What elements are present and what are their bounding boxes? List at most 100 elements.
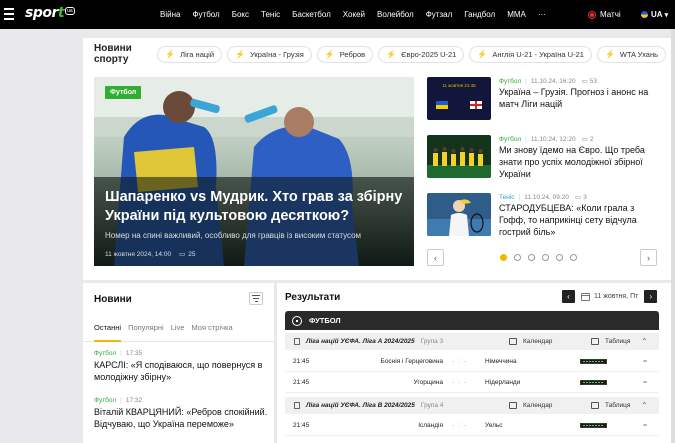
nav-item-basketball[interactable]: Баскетбол xyxy=(292,10,331,19)
carousel-dot[interactable] xyxy=(528,254,535,261)
side-article[interactable]: Футбол | 11.10.24, 12:20 ▭ 2 Ми знову їдем… xyxy=(427,135,657,180)
article-time: 11.10.24, 09:20 xyxy=(524,193,569,201)
topic-chip[interactable]: ⚡ Україна - Грузія xyxy=(227,45,312,63)
table-link[interactable]: Таблиця xyxy=(591,338,630,345)
side-article[interactable]: 11 жовтня 21:45 Футбол | 11.10.24, 16:20 … xyxy=(427,77,657,122)
news-item-category[interactable]: Футбол xyxy=(94,397,116,404)
nav-item-futsal[interactable]: Футзал xyxy=(426,10,453,19)
match-row[interactable]: 21:45 Боснія і Герцеговина - : - Німеччи… xyxy=(285,352,659,372)
match-row[interactable]: 21:45 Ісландія - : - Уельс ··· xyxy=(285,416,659,436)
trophy-icon xyxy=(294,402,300,409)
carousel-dot[interactable] xyxy=(542,254,549,261)
matches-label: Матчі xyxy=(600,10,621,19)
comment-count: 2 xyxy=(589,135,594,143)
list-item[interactable]: Футбол | 17:35 КАРСЛІ: «Я сподіваюся, що п… xyxy=(94,350,269,383)
article-category[interactable]: Футбол xyxy=(499,78,521,85)
results-date[interactable]: 11 жовтня, Пт xyxy=(594,293,638,300)
logo-text: sport xyxy=(25,5,65,21)
news-item-title[interactable]: КАРСЛІ: «Я сподіваюся, що повернуся в мо… xyxy=(94,359,269,383)
calendar-icon[interactable] xyxy=(581,292,590,301)
sport-header[interactable]: ФУТБОЛ xyxy=(285,311,659,330)
nav-item-boxing[interactable]: Бокс xyxy=(232,10,249,19)
league-name[interactable]: Ліга націй УЄФА. Ліга B 2024/2025 xyxy=(306,402,415,409)
hero-headline[interactable]: Шапаренко vs Мудрик. Хто грав за збірну … xyxy=(105,188,405,226)
side-article[interactable]: Теніс | 11.10.24, 09:20 ▭ 3 СТАРОДУБЦЕВА: … xyxy=(427,193,657,238)
league-row[interactable]: Ліга націй УЄФА. Ліга A 2024/2025 Група … xyxy=(285,333,659,350)
results-title: Результати xyxy=(285,292,341,303)
more-options-icon[interactable]: ··· xyxy=(643,358,647,365)
nav-item-mma[interactable]: MMA xyxy=(507,10,526,19)
article-title[interactable]: СТАРОДУБЦЕВА: «Коли грала з Гофф, то нап… xyxy=(499,202,659,238)
match-row[interactable]: 21:45 Угорщина - : - Нідерланди ··· xyxy=(285,373,659,393)
tab-live[interactable]: Live xyxy=(171,323,185,332)
topic-chip[interactable]: ⚡ Євро-2025 U-21 xyxy=(378,45,465,63)
away-team: Нідерланди xyxy=(485,379,521,386)
news-panel: Новини Останні Популярні Live Моя стрічк… xyxy=(83,283,274,443)
away-team: Німеччина xyxy=(485,358,517,365)
carousel-dot[interactable] xyxy=(514,254,521,261)
tab-popular[interactable]: Популярні xyxy=(128,323,164,332)
carousel-next-button[interactable]: › xyxy=(640,249,657,266)
topic-chip[interactable]: ⚡ Англія U-21 - Україна U-21 xyxy=(469,45,592,63)
date-prev-button[interactable]: ‹ xyxy=(562,290,575,303)
nav-item-war[interactable]: Війна xyxy=(160,10,180,19)
carousel-prev-button[interactable]: ‹ xyxy=(427,249,444,266)
topic-chip[interactable]: ⚡ Ребров xyxy=(316,45,374,63)
calendar-link[interactable]: Календар xyxy=(509,402,552,409)
carousel-dot[interactable] xyxy=(570,254,577,261)
nav-item-football[interactable]: Футбол xyxy=(192,10,219,19)
tab-latest[interactable]: Останні xyxy=(94,323,121,332)
article-category[interactable]: Футбол xyxy=(499,136,521,143)
odds-bar[interactable] xyxy=(580,423,607,428)
topic-chip-label: Ліга націй xyxy=(180,49,215,59)
league-row[interactable]: Ліга націй УЄФА. Ліга B 2024/2025 Група … xyxy=(285,397,659,414)
lightning-icon: ⚡ xyxy=(165,49,176,59)
article-category[interactable]: Теніс xyxy=(499,194,515,201)
category-badge[interactable]: Футбол xyxy=(105,86,142,99)
topic-chip-label: Україна - Грузія xyxy=(250,49,304,59)
chevron-up-icon[interactable]: ⌃ xyxy=(641,337,648,346)
chevron-up-icon[interactable]: ⌃ xyxy=(641,401,648,410)
results-date-nav: ‹ 11 жовтня, Пт › xyxy=(562,290,658,303)
more-options-icon[interactable]: ··· xyxy=(643,422,647,429)
comment-icon: ▭ xyxy=(581,136,588,143)
odds-bar[interactable] xyxy=(580,380,607,385)
article-meta: Теніс | 11.10.24, 09:20 ▭ 3 xyxy=(499,193,587,202)
logo-suffix: ua xyxy=(65,7,75,15)
more-options-icon[interactable]: ··· xyxy=(643,379,647,386)
carousel-dot[interactable] xyxy=(500,254,507,261)
page-scrollbar[interactable] xyxy=(671,29,675,443)
list-item[interactable]: Футбол | 17:32 Віталій КВАРЦЯНИЙ: «Ребров … xyxy=(94,397,269,430)
date-next-button[interactable]: › xyxy=(644,290,658,303)
language-switcher[interactable]: UA ▾ xyxy=(641,0,668,29)
topic-chip[interactable]: ⚡ WTA Ухань xyxy=(596,45,666,63)
filter-icon[interactable] xyxy=(249,292,263,305)
matches-button[interactable]: Матчі xyxy=(588,0,621,29)
nav-more-button[interactable]: ··· xyxy=(538,10,546,19)
nav-item-handball[interactable]: Гандбол xyxy=(464,10,495,19)
home-team: Боснія і Герцеговина xyxy=(380,358,443,365)
calendar-label: Календар xyxy=(523,402,553,409)
tab-my-feed[interactable]: Моя стрічка xyxy=(191,323,232,332)
odds-bar[interactable] xyxy=(580,359,607,364)
news-tabs: Останні Популярні Live Моя стрічка xyxy=(94,323,240,332)
article-title[interactable]: Ми знову їдемо на Євро. Що треба знати п… xyxy=(499,144,659,180)
topic-chip-label: Англія U-21 - Україна U-21 xyxy=(492,49,584,59)
lightning-icon: ⚡ xyxy=(235,49,245,59)
hero-comments[interactable]: ▭ 25 xyxy=(179,250,195,259)
calendar-link[interactable]: Календар xyxy=(509,338,552,345)
topic-chip[interactable]: ⚡ Ліга націй xyxy=(157,45,223,63)
carousel-dot[interactable] xyxy=(556,254,563,261)
hero-article[interactable]: Футбол Шапаренко vs Мудрик. Хто грав за … xyxy=(94,77,414,266)
news-item-category[interactable]: Футбол xyxy=(94,350,116,357)
site-logo[interactable]: sport ua xyxy=(25,5,75,23)
menu-icon[interactable] xyxy=(4,8,14,20)
nav-item-volleyball[interactable]: Волейбол xyxy=(377,10,414,19)
article-title[interactable]: Україна – Грузія. Прогноз і анонс на мат… xyxy=(499,86,659,110)
table-link[interactable]: Таблиця xyxy=(591,402,630,409)
table-label: Таблиця xyxy=(605,402,631,409)
news-item-title[interactable]: Віталій КВАРЦЯНИЙ: «Ребров спокійний. Ві… xyxy=(94,406,269,430)
nav-item-tennis[interactable]: Теніс xyxy=(261,10,280,19)
league-name[interactable]: Ліга націй УЄФА. Ліга A 2024/2025 xyxy=(306,338,415,345)
nav-item-hockey[interactable]: Хокей xyxy=(343,10,365,19)
